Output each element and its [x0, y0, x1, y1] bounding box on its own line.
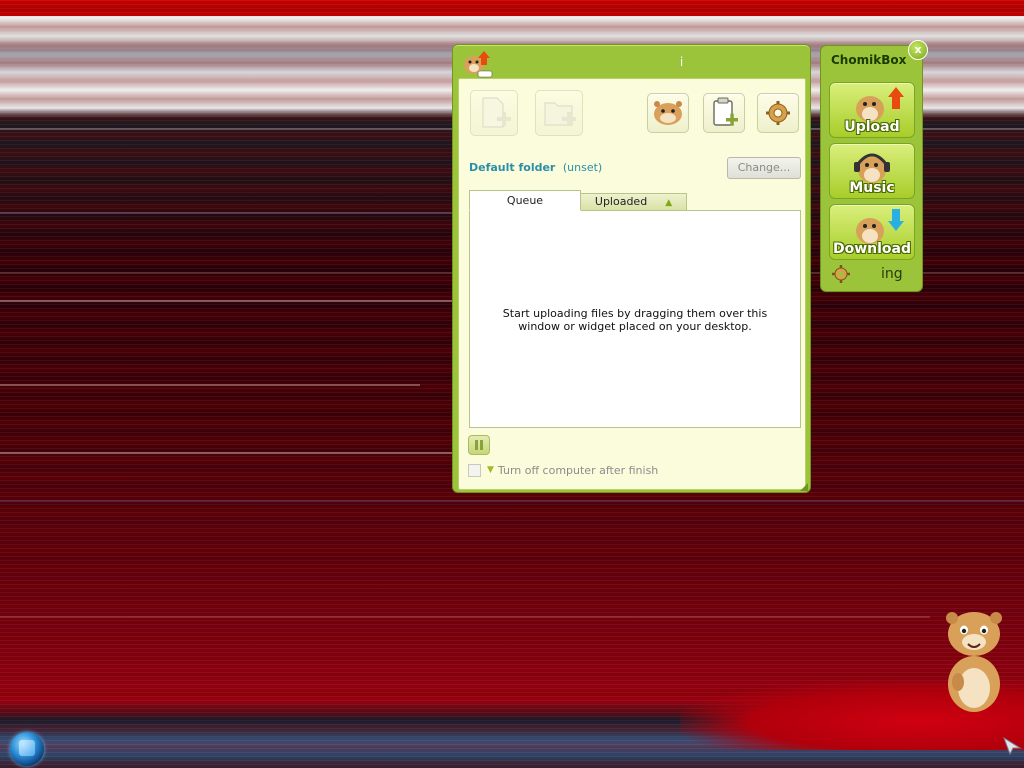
add-file-icon [482, 97, 511, 128]
resize-grip[interactable] [800, 483, 808, 491]
clipboard-add-icon [713, 97, 738, 126]
settings-button[interactable] [757, 93, 799, 133]
widget-music-button[interactable]: Music [829, 143, 915, 199]
default-folder-row: Default folder (unset) [469, 161, 602, 174]
start-button[interactable] [10, 732, 44, 766]
change-folder-button[interactable]: Change... [727, 157, 801, 179]
expand-arrow-icon[interactable]: ▼ [487, 465, 494, 475]
desktop-hamster-mascot [940, 604, 1010, 714]
widget-upload-button[interactable]: Upload [829, 82, 915, 138]
gear-icon [766, 101, 790, 125]
sort-arrow-icon: ▲ [665, 198, 673, 208]
chomikbox-main-window[interactable]: i Default folder (unset) Change... Queue… [452, 44, 811, 493]
pause-button[interactable] [468, 435, 490, 455]
shutdown-option-row: ▼ Turn off computer after finish [468, 463, 658, 477]
queue-list[interactable]: Start uploading files by dragging them o… [469, 210, 801, 428]
window-title: i [679, 55, 684, 69]
paste-add-button[interactable] [703, 93, 745, 133]
widget-title: ChomikBox [831, 53, 907, 67]
default-folder-label: Default folder [469, 161, 556, 174]
tab-queue[interactable]: Queue [469, 190, 581, 211]
hamster-icon [654, 101, 682, 125]
tab-uploaded-label: Uploaded [594, 195, 648, 208]
default-folder-value: (unset) [562, 161, 603, 174]
add-folder-icon [544, 102, 576, 126]
widget-close-button[interactable]: x [908, 40, 928, 60]
window-content: Default folder (unset) Change... Queue U… [458, 78, 806, 490]
widget-footer: ing [829, 264, 913, 284]
chomik-account-button[interactable] [647, 93, 689, 133]
mouse-cursor-icon [1002, 736, 1022, 759]
add-folder-button[interactable] [535, 90, 583, 136]
shutdown-label: Turn off computer after finish [497, 463, 659, 477]
widget-status-text: ing [881, 266, 903, 282]
chomikbox-app-icon [460, 49, 494, 79]
pause-icon [475, 440, 478, 450]
shutdown-checkbox[interactable] [468, 463, 481, 477]
add-file-button[interactable] [470, 90, 518, 136]
widget-download-button[interactable]: Download [829, 204, 915, 260]
widget-upload-label: Upload [844, 119, 900, 135]
tab-queue-label: Queue [506, 194, 544, 207]
empty-queue-message: Start uploading files by dragging them o… [502, 307, 768, 333]
widget-music-label: Music [849, 180, 895, 196]
window-titlebar[interactable]: i [453, 45, 810, 79]
widget-settings-gear-icon[interactable] [831, 264, 851, 284]
widget-download-label: Download [832, 241, 912, 257]
chomikbox-widget[interactable]: ChomikBox x Upload Music Download ing [820, 40, 928, 292]
tab-uploaded[interactable]: Uploaded ▲ [580, 193, 687, 211]
